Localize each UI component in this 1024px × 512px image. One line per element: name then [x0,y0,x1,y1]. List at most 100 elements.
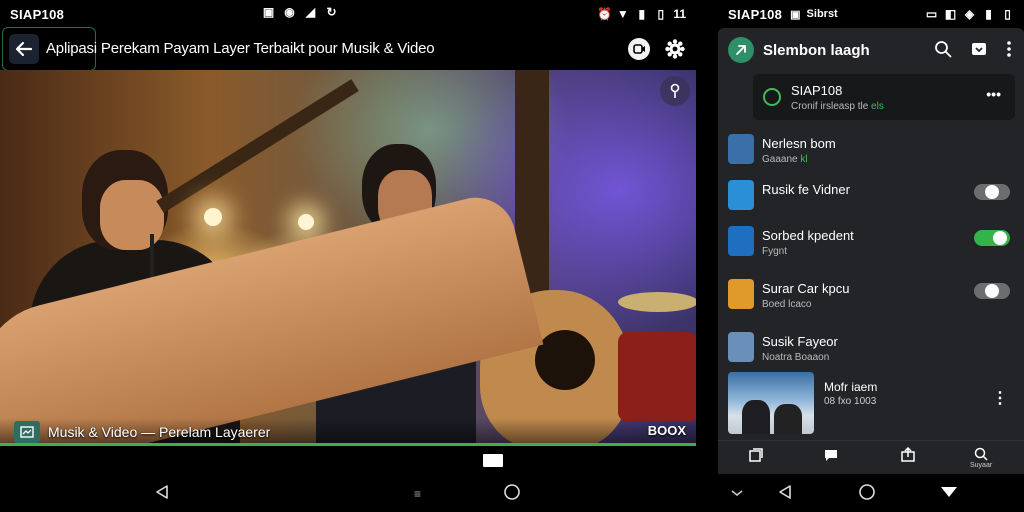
nav-back-icon[interactable] [155,484,169,505]
item-subtitle-text: Noatra Boaaon [762,352,830,363]
more-horiz-icon[interactable]: ••• [986,86,1001,102]
list-item[interactable]: Susik Fayeor Noatra Boaaon [718,326,1024,370]
nav-home-icon[interactable] [858,483,876,506]
account-card[interactable]: SIAP108 Cronif irsleasp tle els ••• [753,74,1015,120]
shield-icon: ◉ [284,5,295,19]
cast-screen-icon[interactable] [970,40,988,63]
media-subtitle: 08 fxo 1003 [824,396,877,407]
record-icon[interactable] [628,38,650,60]
page-title: Aplipasi Perekam Payam Layer Terbaikt po… [46,40,435,57]
video-player[interactable] [0,70,696,446]
media-title: Mofr iaem [824,380,878,394]
video-frame-detail [100,180,164,250]
list-item[interactable]: Sorbed kpedent Fygnt [718,220,1024,264]
chat-icon [825,450,837,461]
back-arrow-icon [9,34,39,64]
item-subtitle-text: Boed lcaco [762,299,812,310]
tab-search[interactable]: Suyaar [970,447,992,469]
settings-gear-icon[interactable] [664,38,686,60]
list-item[interactable]: Surar Car kpcu Boed lcaco [718,273,1024,317]
app-panel: Slembon laagh SIAP108 Cronif irsleasp tl… [718,28,1024,474]
app-screen: SIAP108 ▣ Sibrst ▭ ◧ ◈ ▮ ▯ Slembon laagh [718,0,1024,512]
app-name: Slembon laagh [763,41,870,59]
item-thumbnail [728,332,754,362]
item-thumbnail [728,226,754,256]
pin-icon[interactable] [660,76,690,106]
search-icon[interactable] [934,40,952,63]
status-bar: SIAP108 ▣ ◉ ◢ ↻ ⏰ ▼ ▮ ▯ 11 [0,0,696,28]
toggle-switch[interactable] [974,283,1010,299]
battery-icon: ▮ [985,6,992,21]
tab-share[interactable] [900,447,916,464]
sim-icon: ▯ [657,6,665,21]
toggle-switch[interactable] [974,184,1010,200]
card-subtitle-text: Cronif irsleasp tle [791,101,869,112]
tab-chat[interactable] [823,447,839,464]
list-item[interactable]: Rusik fe Vidner [718,174,1024,218]
nav-home-icon[interactable] [503,483,521,506]
toggle-knob [993,231,1007,245]
video-progress-fill [0,443,696,446]
title-bar: Aplipasi Perekam Payam Layer Terbaikt po… [0,27,696,71]
status-clock: SIAP108 [10,6,65,22]
list-item[interactable]: Nerlesn bom Gaaane kl [718,128,1024,172]
card-title: SIAP108 [791,83,843,98]
item-subtitle: Noatra Boaaon [762,352,829,363]
sync-icon: ↻ [326,5,337,19]
video-screen: SIAP108 ▣ ◉ ◢ ↻ ⏰ ▼ ▮ ▯ 11 Aplipasi Pere… [0,0,696,512]
thumbnail-detail [774,404,802,434]
status-extra: Sibrst [806,8,838,20]
item-title: Nerlesn bom [762,136,836,151]
system-navbar: ≡ [0,478,696,510]
share-icon [901,447,915,462]
mute-icon: ◧ [944,6,957,21]
item-subtitle: Boed lcaco [762,299,811,310]
more-vert-icon[interactable] [1006,40,1012,63]
media-list-item[interactable]: Mofr iaem 08 fxo 1003 ⋮ [718,368,1024,438]
card-subtitle-highlight: els [871,101,884,112]
signal-icon: ◢ [305,5,316,19]
status-bar: SIAP108 ▣ Sibrst ▭ ◧ ◈ ▮ ▯ [718,0,1024,28]
status-notification-icons: ▣ ◉ ◢ ↻ [262,6,338,19]
cast-icon: ▭ [925,6,938,21]
nav-collapse-icon[interactable] [730,485,744,503]
vibrate-icon: ◈ [964,6,975,21]
video-frame-detail [618,292,696,312]
video-frame-detail [298,214,314,230]
media-thumbnail [728,372,814,434]
notification-icon: ▣ [262,5,275,19]
item-subtitle: Gaaane kl [762,154,808,165]
app-logo-icon [728,37,754,63]
nav-back-icon[interactable] [778,484,792,505]
tab-label: Suyaar [970,462,993,469]
more-vert-icon[interactable]: ⋮ [992,388,1008,408]
tab-library[interactable] [748,447,764,464]
video-badge: BOOX [647,423,686,438]
toggle-switch[interactable] [974,230,1010,246]
item-thumbnail [728,180,754,210]
video-frame-detail [618,332,696,422]
bottom-tab-bar: Suyaar [718,440,1024,474]
item-thumbnail [728,279,754,309]
nav-recents-icon[interactable] [940,485,958,504]
video-caption: Musik & Video — Perelam Layaerer [48,424,271,440]
signal-icon: ▯ [1004,6,1011,21]
window-indicator [483,454,503,467]
item-subtitle: Fygnt [762,246,787,257]
notification-icon: ▣ [790,8,801,21]
status-number: 11 [673,7,686,21]
item-title: Surar Car kpcu [762,281,850,296]
system-navbar [718,478,1024,510]
item-subtitle-text: Fygnt [762,246,788,257]
wifi-icon: ▼ [616,6,629,21]
status-clock: SIAP108 [728,6,783,22]
item-title: Sorbed kpedent [762,228,854,243]
video-frame-detail [156,79,359,213]
library-icon [749,448,763,462]
nav-menu-icon[interactable]: ≡ [414,487,421,501]
video-progress-bar[interactable] [0,443,696,446]
media-file-icon [14,421,40,443]
toggle-knob [985,284,999,298]
item-thumbnail [728,134,754,164]
status-system-icons: ▭ ◧ ◈ ▮ ▯ [925,6,1014,21]
